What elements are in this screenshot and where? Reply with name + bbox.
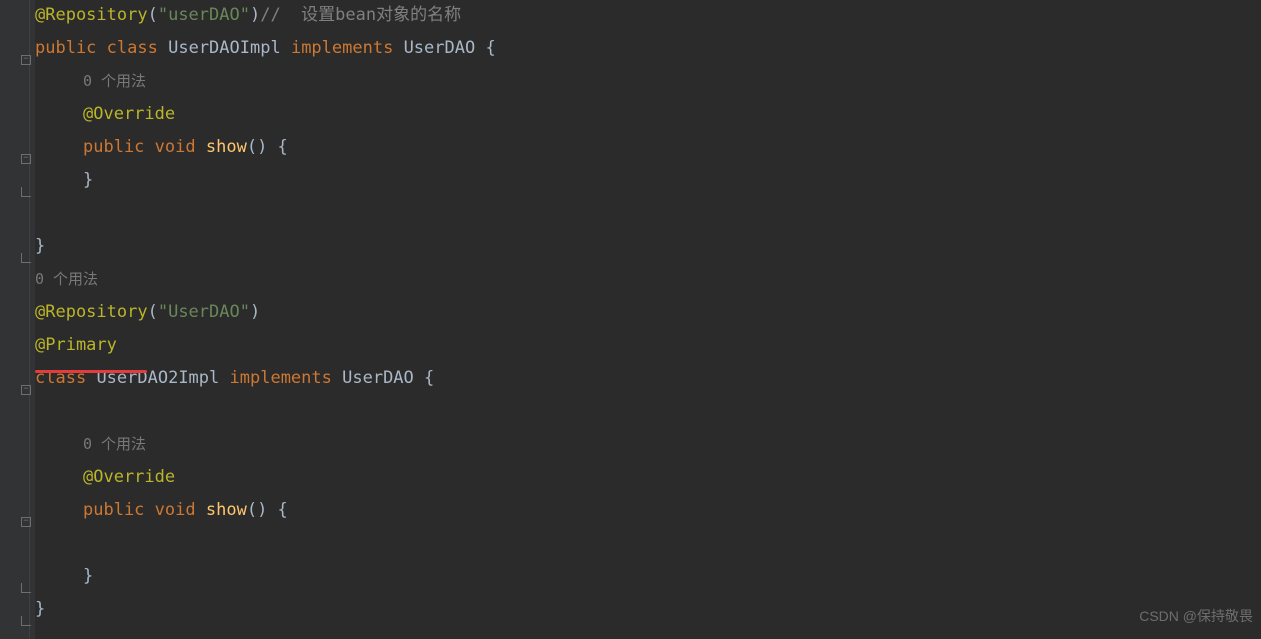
brace: { <box>414 368 434 388</box>
code-line[interactable]: public void show() { <box>35 494 1261 527</box>
hint-text: 0 个用法 <box>35 270 98 288</box>
hint-text: 0 个用法 <box>83 72 146 90</box>
paren: ( <box>148 5 158 25</box>
keyword: void <box>155 137 196 157</box>
keyword: public <box>83 137 144 157</box>
highlight-underline <box>35 370 147 373</box>
code-line[interactable] <box>35 395 1261 428</box>
comment: // <box>260 5 301 25</box>
code-line[interactable]: @Primary <box>35 329 1261 362</box>
gutter-separator <box>29 0 30 639</box>
keyword: class <box>107 38 158 58</box>
brace: } <box>83 170 93 190</box>
usage-hint: 0 个用法 <box>35 65 1261 98</box>
paren-brace: () { <box>247 500 288 520</box>
hint-text: 0 个用法 <box>83 435 146 453</box>
code-line[interactable]: } <box>35 560 1261 593</box>
keyword: implements <box>291 38 393 58</box>
code-line[interactable]: } <box>35 230 1261 263</box>
interface-name: UserDAO <box>404 38 476 58</box>
keyword: void <box>155 500 196 520</box>
interface-name: UserDAO <box>342 368 414 388</box>
paren: ( <box>148 302 158 322</box>
paren-brace: () { <box>247 137 288 157</box>
annotation-primary: @Primary <box>35 335 117 355</box>
code-line[interactable] <box>35 527 1261 560</box>
string-literal: "userDAO" <box>158 5 250 25</box>
code-line[interactable]: @Override <box>35 461 1261 494</box>
code-editor[interactable]: 0 个用法 @Repository("userDAO")// 设置bean对象的… <box>35 0 1261 626</box>
keyword: public <box>35 38 96 58</box>
code-line[interactable]: public void show() { <box>35 131 1261 164</box>
fold-icon[interactable]: − <box>21 154 31 164</box>
code-line[interactable]: @Repository("UserDAO") <box>35 296 1261 329</box>
annotation: @Override <box>83 467 175 487</box>
watermark: CSDN @保持敬畏 <box>1139 600 1253 633</box>
code-line[interactable]: @Repository("userDAO")// 设置bean对象的名称 <box>35 0 1261 32</box>
code-line[interactable]: @Override <box>35 98 1261 131</box>
annotation: @Repository <box>35 302 148 322</box>
paren: ) <box>250 302 260 322</box>
string-literal: "UserDAO" <box>158 302 250 322</box>
fold-icon[interactable]: − <box>21 517 31 527</box>
brace: } <box>35 599 45 619</box>
code-line[interactable] <box>35 197 1261 230</box>
method-name: show <box>206 500 247 520</box>
paren: ) <box>250 5 260 25</box>
fold-end-icon[interactable] <box>21 253 31 263</box>
editor-gutter: − − − − <box>0 0 35 639</box>
annotation: @Override <box>83 104 175 124</box>
method-name: show <box>206 137 247 157</box>
brace: { <box>475 38 495 58</box>
code-line[interactable]: } <box>35 593 1261 626</box>
code-line[interactable]: public class UserDAOImpl implements User… <box>35 32 1261 65</box>
usage-hint: 0 个用法 <box>35 428 1261 461</box>
fold-end-icon[interactable] <box>21 616 31 626</box>
keyword: implements <box>230 368 332 388</box>
class-name: UserDAOImpl <box>168 38 281 58</box>
brace: } <box>83 566 93 586</box>
fold-icon[interactable]: − <box>21 385 31 395</box>
fold-end-icon[interactable] <box>21 187 31 197</box>
keyword: public <box>83 500 144 520</box>
code-line[interactable]: class UserDAO2Impl implements UserDAO { <box>35 362 1261 395</box>
comment-text: 设置bean对象的名称 <box>301 5 461 25</box>
code-line[interactable]: } <box>35 164 1261 197</box>
fold-icon[interactable]: − <box>21 55 31 65</box>
fold-end-icon[interactable] <box>21 583 31 593</box>
brace: } <box>35 236 45 256</box>
annotation: @Repository <box>35 5 148 25</box>
usage-hint: 0 个用法 <box>35 263 1261 296</box>
